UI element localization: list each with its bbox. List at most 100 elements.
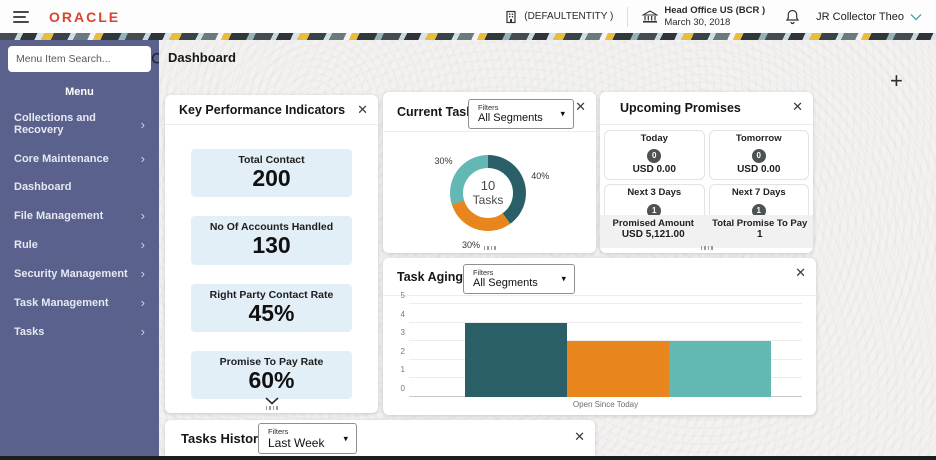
- entity-label: (DEFAULTENTITY ): [524, 11, 614, 22]
- promise-count-badge: 0: [647, 149, 662, 164]
- filter-label: Filters: [473, 268, 494, 277]
- kpi-tile[interactable]: Total Contact 200: [191, 149, 352, 198]
- branch-selector[interactable]: Head Office US (BCR ) March 30, 2018: [628, 0, 779, 33]
- promise-tile-amount: USD 0.00: [737, 164, 781, 176]
- chevron-right-icon: ›: [140, 237, 145, 252]
- filter-value: All Segments: [473, 277, 538, 289]
- dropdown-caret-icon: ▾: [560, 108, 565, 119]
- y-axis-tick-label: 2: [400, 346, 405, 356]
- upcoming-promises-card: Upcoming Promises ✕ Today 0 USD 0.00 Tomorr…: [600, 92, 813, 253]
- sidebar-item-label: Rule: [14, 238, 38, 251]
- promise-footer-value: 1: [756, 229, 763, 240]
- tasks-history-title: Tasks History: [181, 431, 266, 446]
- current-tasks-drag-handle[interactable]: [483, 246, 496, 250]
- y-axis-tick-label: 4: [400, 309, 405, 319]
- bar-1[interactable]: [465, 322, 567, 397]
- bar-3[interactable]: [669, 341, 771, 397]
- user-name: JR Collector Theo: [816, 10, 904, 23]
- y-axis-tick-label: 0: [400, 384, 405, 393]
- chevron-right-icon: ›: [140, 151, 145, 166]
- y-axis-tick-label: 5: [400, 291, 405, 300]
- bar-2[interactable]: [567, 341, 669, 397]
- kpi-body: Total Contact 200 No Of Accounts Handled 13…: [165, 125, 378, 400]
- kpi-scroll-down-chevron-icon[interactable]: [264, 397, 279, 405]
- filter-value: Last Week: [268, 436, 325, 450]
- hamburger-menu-icon[interactable]: [13, 10, 29, 23]
- kpi-close-icon[interactable]: ✕: [357, 103, 368, 116]
- branch-date: March 30, 2018: [664, 16, 731, 28]
- filter-label: Filters: [478, 103, 499, 112]
- kpi-drag-handle[interactable]: [265, 406, 278, 410]
- sidebar: Menu Collections and Recovery›Core Maint…: [0, 40, 165, 456]
- window-bottom-edge: [0, 456, 936, 460]
- promise-tile[interactable]: Today 0 USD 0.00: [604, 130, 705, 181]
- tasks-history-filter-dropdown[interactable]: Filters Last Week ▾: [258, 423, 357, 455]
- topbar: ORACLE (DEFAULTENTITY ) Head Office US (…: [0, 0, 936, 33]
- task-aging-bar-chart[interactable]: 0 1 2 3 4 5: [401, 291, 802, 397]
- task-aging-close-icon[interactable]: ✕: [795, 266, 806, 279]
- bank-icon: [642, 9, 659, 24]
- sidebar-item-dashboard[interactable]: Dashboard: [0, 173, 159, 201]
- menu-search-input[interactable]: [16, 53, 151, 65]
- current-tasks-filter-dropdown[interactable]: Filters All Segments ▾: [468, 99, 574, 130]
- notifications-bell-icon[interactable]: [785, 9, 800, 25]
- sidebar-item-core-maintenance[interactable]: Core Maintenance ›: [0, 144, 159, 173]
- sidebar-item-rule[interactable]: Rule ›: [0, 230, 159, 259]
- sidebar-nav: Collections and Recovery › Core Maintenanc…: [0, 104, 159, 346]
- promise-tile-label: Next 3 Days: [627, 187, 682, 199]
- task-aging-title: Task Aging: [397, 269, 463, 284]
- tasks-history-card: Tasks History Filters Last Week ▾ ✕: [165, 420, 595, 456]
- user-menu[interactable]: JR Collector Theo: [816, 11, 922, 23]
- kpi-tile-value: 60%: [248, 366, 295, 393]
- donut-slice-label: 30%: [434, 155, 453, 166]
- sidebar-item-label: Dashboard: [14, 181, 72, 193]
- menu-search: [8, 46, 165, 72]
- chevron-right-icon: ›: [140, 266, 145, 281]
- promise-footer-item: Total Promise To Pay 1: [707, 218, 814, 240]
- entity-selector[interactable]: (DEFAULTENTITY ): [490, 0, 627, 33]
- promise-footer-item: Promised Amount USD 5,121.00: [600, 218, 707, 240]
- donut-center-label: Tasks: [472, 192, 504, 207]
- kpi-tile[interactable]: Right Party Contact Rate 45%: [191, 283, 352, 332]
- sidebar-item-file-management[interactable]: File Management ›: [0, 201, 159, 230]
- oracle-logo: ORACLE: [49, 8, 121, 25]
- task-aging-filter-dropdown[interactable]: Filters All Segments ▾: [463, 264, 575, 295]
- sidebar-item-task-management[interactable]: Task Management ›: [0, 288, 159, 317]
- kpi-tile-value: 45%: [248, 299, 295, 326]
- main-content: Dashboard + Key Performance Indicators ✕…: [159, 40, 936, 456]
- tasks-history-close-icon[interactable]: ✕: [574, 430, 585, 443]
- sidebar-item-label: Tasks: [14, 325, 45, 338]
- chevron-right-icon: ›: [140, 208, 145, 223]
- dropdown-caret-icon: ▾: [343, 433, 348, 444]
- task-aging-card: Task Aging Filters All Segments ▾ ✕ 0 1 2 3…: [383, 258, 816, 415]
- promise-tile[interactable]: Tomorrow 0 USD 0.00: [708, 130, 809, 181]
- kpi-tile-value: 200: [252, 165, 291, 191]
- donut-slice-label: 40%: [531, 171, 550, 181]
- promise-footer: Promised Amount USD 5,121.00 Total Promise…: [600, 215, 813, 248]
- current-tasks-close-icon[interactable]: ✕: [575, 100, 586, 113]
- donut-slice-label: 30%: [461, 240, 481, 251]
- upcoming-promises-title: Upcoming Promises: [620, 101, 741, 115]
- upcoming-promises-close-icon[interactable]: ✕: [792, 100, 803, 113]
- filter-value: All Segments: [478, 112, 543, 124]
- upcoming-promises-drag-handle[interactable]: [700, 246, 713, 250]
- add-widget-button[interactable]: +: [890, 70, 903, 92]
- donut-center: 10 Tasks: [463, 168, 513, 218]
- sidebar-item-collections-and-recovery[interactable]: Collections and Recovery ›: [0, 104, 159, 144]
- gridline: [409, 303, 802, 304]
- promise-tile-label: Tomorrow: [735, 133, 782, 144]
- kpi-tile-label: Right Party Contact Rate: [209, 288, 334, 301]
- current-tasks-donut-chart[interactable]: 10 Tasks 40% 30% 30%: [383, 132, 596, 250]
- sidebar-item-security-management[interactable]: Security Management ›: [0, 259, 159, 288]
- building-icon: [504, 10, 518, 24]
- kpi-tile[interactable]: No Of Accounts Handled 130: [191, 216, 352, 265]
- promise-tile-amount: USD 0.00: [632, 164, 676, 176]
- kpi-tile[interactable]: Promise To Pay Rate 60%: [191, 350, 352, 400]
- topbar-right: (DEFAULTENTITY ) Head Office US (BCR ) M…: [490, 0, 936, 33]
- chevron-right-icon: ›: [140, 116, 145, 132]
- sidebar-item-tasks[interactable]: Tasks ›: [0, 317, 159, 346]
- page-title: Dashboard: [168, 50, 236, 65]
- promise-footer-value: USD 5,121.00: [621, 229, 685, 240]
- y-axis-tick-label: 3: [400, 328, 405, 338]
- sidebar-item-label: Core Maintenance: [14, 152, 109, 165]
